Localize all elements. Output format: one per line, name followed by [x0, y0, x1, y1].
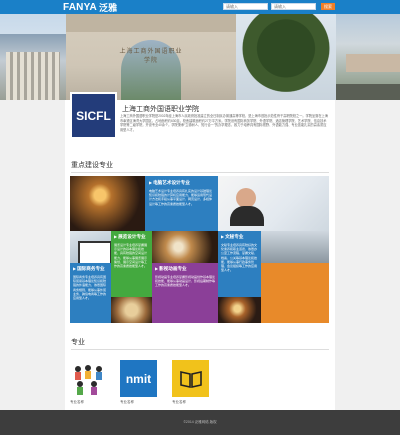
tile-computer-art-text: 电脑艺术设计专业培养具有扎实的设计基础理论知识和较强的计算机应用能力，能够运用现…	[149, 189, 213, 206]
search-input[interactable]: 请输入	[223, 3, 268, 10]
tile-animation-title: 影视动画专业	[159, 266, 187, 271]
tile-computer-art[interactable]: ▶电脑艺术设计专业 电脑艺术设计专业培养具有扎实的设计基础理论知识和较强的计算机…	[145, 176, 218, 231]
tile-computer-art-title: 电脑艺术设计专业	[153, 180, 190, 185]
major-thumb-book[interactable]	[172, 360, 209, 397]
school-logo: SICFL	[70, 92, 117, 139]
arrow-right-icon: ▶	[149, 180, 153, 185]
tile-secretary[interactable]: ▶文秘专业 文秘专业培养具有较好的文化素养和职业道德，熟悉办公室工作流程，掌握文…	[218, 231, 261, 297]
arrow-right-icon: ▶	[155, 266, 159, 271]
school-intro-text: 上海工商外国语职业学院是2002年经上海市人民政府批准建立的全日制民办普通高等学…	[120, 114, 328, 132]
search-button[interactable]: 搜索	[321, 3, 335, 10]
tile-exhibition-design[interactable]: ▶展览设计专业 展览设计专业培养掌握展示设计的基本理论和技能，具有较强的空间设计…	[111, 231, 152, 297]
search-input-secondary[interactable]: 请输入	[271, 3, 316, 10]
book-icon	[179, 370, 202, 388]
tile-exhibition-design-text: 展览设计专业培养掌握展示设计的基本理论和技能，具有较强的空间设计能力，能够从事展…	[114, 243, 148, 269]
major-label-2: 专业名称	[120, 400, 134, 404]
school-title: 上海工商外国语职业学院	[122, 106, 199, 113]
major-thumb-people[interactable]	[70, 360, 107, 397]
tile-secretary-title: 文秘专业	[225, 234, 244, 239]
banner-trees	[236, 14, 336, 100]
majors-divider	[71, 349, 329, 350]
tile-international-business-title: 国际商务专业	[77, 266, 105, 271]
major-label-3: 专业名称	[172, 400, 186, 404]
footer-text: ©2014 泛雅网络 版权	[183, 420, 217, 424]
page-footer: ©2014 泛雅网络 版权	[0, 410, 400, 435]
tile-international-business[interactable]: ▶国际商务专业 国际商务专业培养具有国际贸易基本理论知识和较强的外语能力，熟悉国…	[70, 263, 111, 323]
tile-secretary-text: 文秘专业培养具有较好的文化素养和职业道德，熟悉办公室工作流程，掌握文秘、档案、公…	[221, 243, 258, 273]
arrow-right-icon: ▶	[73, 266, 77, 271]
featured-section-title: 重点建设专业	[71, 162, 113, 169]
arrow-right-icon: ▶	[114, 234, 118, 239]
tile-photo-box	[261, 231, 329, 263]
tile-photo-hands	[111, 297, 152, 323]
majors-section-title: 专业	[71, 339, 85, 346]
people-illustration-icon	[70, 360, 107, 397]
tile-exhibition-design-title: 展览设计专业	[118, 234, 146, 239]
brand-logo[interactable]: FANYA 泛雅	[63, 1, 117, 13]
banner-building-left	[0, 34, 66, 100]
banner-building-right	[336, 14, 400, 100]
banner-gate-text: 上海工商外国语职业学院	[119, 49, 183, 64]
tile-photo-secretary	[218, 176, 329, 231]
tile-photo-art	[152, 231, 218, 263]
nmit-logo-text: nmit	[125, 371, 152, 386]
brand-logo-cn: 泛雅	[98, 2, 118, 13]
tile-animation[interactable]: ▶影视动画专业 影视动画专业培养掌握影视动画创作基本理论和技能，能够从事动画设计…	[152, 263, 218, 323]
tile-photo-theater	[218, 297, 261, 323]
tile-international-business-text: 国际商务专业培养具有国际贸易基本理论知识和较强的外语能力，熟悉国际商务规则，能够…	[73, 275, 107, 301]
top-bar	[0, 0, 400, 14]
major-thumb-nmit[interactable]: nmit	[120, 360, 157, 397]
tile-photo-computer-art	[70, 176, 145, 231]
brand-logo-en: FANYA	[63, 1, 97, 13]
tile-animation-text: 影视动画专业培养掌握影视动画创作基本理论和技能，能够从事动画设计、影视后期制作等…	[155, 275, 216, 288]
hero-banner: 上海工商外国语职业学院	[0, 14, 400, 100]
featured-divider	[71, 172, 329, 173]
tile-photo-tablet	[70, 231, 111, 263]
arrow-right-icon: ▶	[221, 234, 225, 239]
major-label-1: 专业名称	[70, 400, 84, 404]
